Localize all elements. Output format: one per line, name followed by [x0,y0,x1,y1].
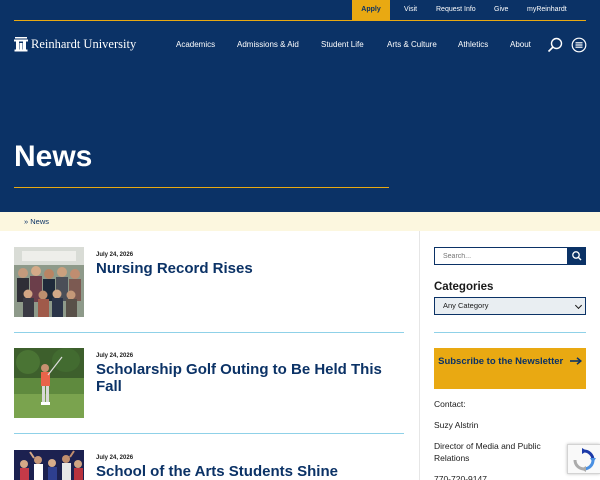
chevron-down-icon [574,301,583,310]
title-underline [14,187,389,188]
search-submit-button[interactable] [568,247,586,265]
contact-label: Contact: [434,399,466,409]
categories-heading: Categories [434,281,494,293]
arrow-right-icon [569,357,582,366]
request-info-link[interactable]: Request Info [436,0,476,20]
menu-icon[interactable] [571,37,587,53]
article-title[interactable]: School of the Arts Students Shine [96,463,396,480]
nav-student-life[interactable]: Student Life [321,39,364,51]
article-date: July 24, 2026 [96,353,134,359]
utility-divider [14,20,586,21]
breadcrumb-separator: » [24,217,29,226]
category-selected-value: Any Category [443,301,489,310]
article-title[interactable]: Nursing Record Rises [96,260,396,277]
article-divider [14,433,404,434]
article-title[interactable]: Scholarship Golf Outing to Be Held This … [96,361,396,395]
article-thumbnail[interactable] [14,450,84,480]
article-date: July 24, 2026 [96,252,134,258]
nav-about[interactable]: About [510,39,531,51]
subscribe-newsletter-button[interactable]: Subscribe to the Newsletter [434,348,586,389]
visit-link[interactable]: Visit [404,0,417,20]
nav-academics[interactable]: Academics [176,39,215,51]
sidebar-divider-line [434,332,586,333]
category-select[interactable]: Any Category [434,297,586,315]
apply-button[interactable]: Apply [352,0,390,20]
breadcrumb-current[interactable]: News [30,217,49,226]
contact-role: Director of Media and Public Relations [434,441,541,463]
my-reinhardt-link[interactable]: myReinhardt [527,0,567,20]
breadcrumb-bar [0,212,600,231]
article-thumbnail[interactable] [14,247,84,317]
hero-banner [0,0,600,212]
search-icon[interactable] [547,37,563,53]
utility-nav: Apply Visit Request Info Give myReinhard… [0,0,600,20]
search-input[interactable] [434,247,568,265]
article-thumbnail[interactable] [14,348,84,418]
nav-admissions[interactable]: Admissions & Aid [237,39,299,51]
contact-name: Suzy Alstrin [434,420,479,430]
breadcrumb: » News [24,212,49,231]
page-title: News [14,140,93,173]
article-divider [14,332,404,333]
recaptcha-icon [573,448,596,472]
logo-wordmark: Reinhardt University [31,36,137,51]
contact-phone[interactable]: 770-720-9147 [434,473,487,480]
search-icon [572,251,582,261]
logo-seal-icon [14,36,28,52]
sidebar-divider [419,231,420,480]
recaptcha-badge[interactable] [567,444,600,474]
nav-arts-culture[interactable]: Arts & Culture [387,39,437,51]
article-date: July 24, 2026 [96,455,134,461]
subscribe-label: Subscribe to the Newsletter [438,356,564,367]
university-logo[interactable]: Reinhardt University [14,35,136,53]
nav-athletics[interactable]: Athletics [458,39,488,51]
give-link[interactable]: Give [494,0,508,20]
